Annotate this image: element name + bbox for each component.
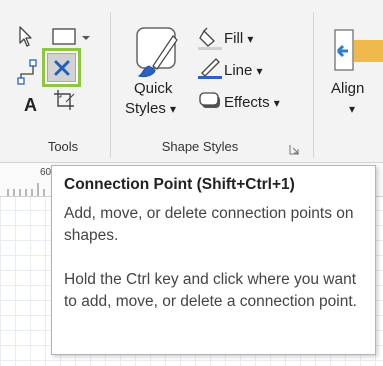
connector-icon[interactable] <box>16 58 40 86</box>
fill-bucket-icon[interactable] <box>198 27 224 51</box>
fill-button[interactable]: Fill ▾ <box>224 30 253 47</box>
fill-label: Fill <box>224 30 244 47</box>
align-icon[interactable] <box>334 26 383 76</box>
chevron-down-icon[interactable]: ▾ <box>349 102 355 116</box>
quick-styles-label-2[interactable]: Styles ▾ <box>125 100 176 117</box>
chevron-down-icon: ▾ <box>256 64 263 78</box>
effects-icon[interactable] <box>199 91 223 111</box>
chevron-down-icon: ▾ <box>170 102 177 116</box>
group-separator <box>313 12 314 158</box>
shape-styles-group-label: Shape Styles <box>161 139 239 154</box>
align-button[interactable]: Align <box>331 80 364 97</box>
tooltip-title: Connection Point (Shift+Ctrl+1) <box>64 176 295 193</box>
group-separator <box>110 12 111 158</box>
line-label: Line <box>224 62 253 79</box>
text-tool-icon[interactable]: A <box>24 95 37 116</box>
rectangle-dropdown-icon[interactable] <box>50 27 96 47</box>
crop-icon[interactable] <box>52 88 80 114</box>
ruler-tick-label: 60 <box>40 167 52 178</box>
line-button[interactable]: Line ▾ <box>224 62 263 79</box>
tooltip-hint: Hold the Ctrl key and click where you wa… <box>64 271 357 310</box>
connection-point-button[interactable] <box>47 53 76 82</box>
quick-styles-label-text: Styles <box>125 100 166 117</box>
ribbon: A Tools Quick Styles ▾ Fill ▾ Line ▾ Eff… <box>0 0 383 163</box>
effects-button[interactable]: Effects ▾ <box>224 94 280 111</box>
chevron-down-icon: ▾ <box>247 32 254 46</box>
dialog-launcher-icon[interactable] <box>289 144 300 155</box>
pointer-arrow-icon[interactable] <box>18 25 34 49</box>
connection-point-tooltip: Connection Point (Shift+Ctrl+1) Add, mov… <box>51 165 376 355</box>
effects-label: Effects <box>224 94 270 111</box>
quick-styles-icon[interactable] <box>133 24 183 80</box>
line-pen-icon[interactable] <box>198 56 224 80</box>
connection-point-x-icon <box>54 60 70 76</box>
quick-styles-label[interactable]: Quick <box>134 80 172 97</box>
tooltip-description: Add, move, or delete connection points o… <box>64 205 354 244</box>
chevron-down-icon: ▾ <box>273 96 280 110</box>
tools-group-label: Tools <box>47 139 79 154</box>
